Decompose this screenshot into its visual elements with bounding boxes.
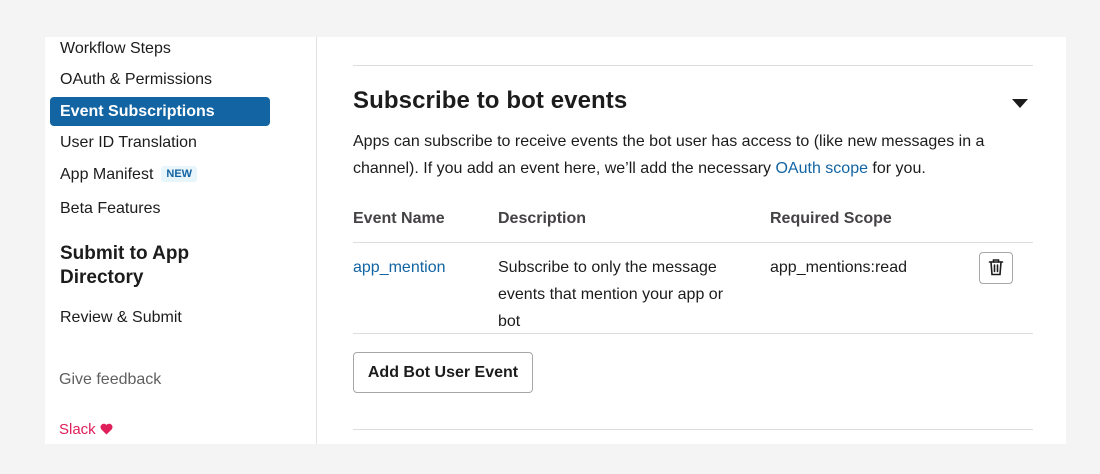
new-badge: NEW: [161, 166, 198, 182]
section-divider: [353, 65, 1033, 66]
sidebar-item-app-manifest[interactable]: App Manifest NEW: [50, 160, 270, 189]
delete-event-button[interactable]: [979, 252, 1013, 284]
heart-icon: [100, 422, 113, 439]
event-name-link[interactable]: app_mention: [353, 254, 446, 281]
sidebar-item-beta-features[interactable]: Beta Features: [50, 194, 270, 223]
slack-link[interactable]: Slack: [59, 421, 113, 439]
give-feedback-link[interactable]: Give feedback: [59, 371, 161, 389]
sidebar-item-oauth-permissions[interactable]: OAuth & Permissions: [50, 65, 270, 94]
event-description: Subscribe to only the message events tha…: [498, 259, 724, 330]
sidebar-item-label: Workflow Steps: [60, 40, 171, 57]
table-row-divider: [353, 333, 1033, 334]
sidebar-item-label: User ID Translation: [60, 134, 197, 151]
sidebar-item-label: App Manifest: [60, 166, 154, 183]
table-header-divider: [353, 242, 1033, 243]
add-bot-user-event-button[interactable]: Add Bot User Event: [353, 352, 533, 393]
description-text-end: for you.: [867, 160, 926, 177]
submit-to-app-directory-heading: Submit to App Directory: [60, 243, 190, 288]
sidebar-item-event-subscriptions[interactable]: Event Subscriptions: [50, 97, 270, 126]
sidebar-item-label: Beta Features: [60, 200, 161, 217]
sidebar-item-label: Review & Submit: [60, 309, 182, 326]
column-header-event-name: Event Name: [353, 210, 445, 227]
sidebar-item-label: OAuth & Permissions: [60, 71, 213, 88]
column-header-description: Description: [498, 210, 587, 227]
sidebar-item-user-id-translation[interactable]: User ID Translation: [50, 128, 270, 157]
section-bottom-divider: [353, 429, 1033, 430]
sidebar-item-label: Event Subscriptions: [60, 103, 215, 120]
sidebar-item-review-submit[interactable]: Review & Submit: [50, 303, 270, 332]
sidebar: Workflow Steps OAuth & Permissions Event…: [45, 37, 317, 444]
section-description: Apps can subscribe to receive events the…: [353, 128, 1033, 182]
section-title: Subscribe to bot events: [353, 87, 628, 114]
caret-down-icon[interactable]: [1012, 99, 1028, 108]
column-header-required-scope: Required Scope: [770, 210, 892, 227]
sidebar-item-workflow-steps[interactable]: Workflow Steps: [50, 34, 270, 63]
event-required-scope: app_mentions:read: [770, 259, 907, 276]
slack-label: Slack: [59, 421, 96, 438]
event-subscriptions-main: Subscribe to bot events Apps can subscri…: [353, 37, 1033, 444]
oauth-scope-link[interactable]: OAuth scope: [775, 160, 868, 177]
app-settings-frame: Workflow Steps OAuth & Permissions Event…: [45, 37, 1066, 444]
trash-icon: [988, 258, 1004, 279]
